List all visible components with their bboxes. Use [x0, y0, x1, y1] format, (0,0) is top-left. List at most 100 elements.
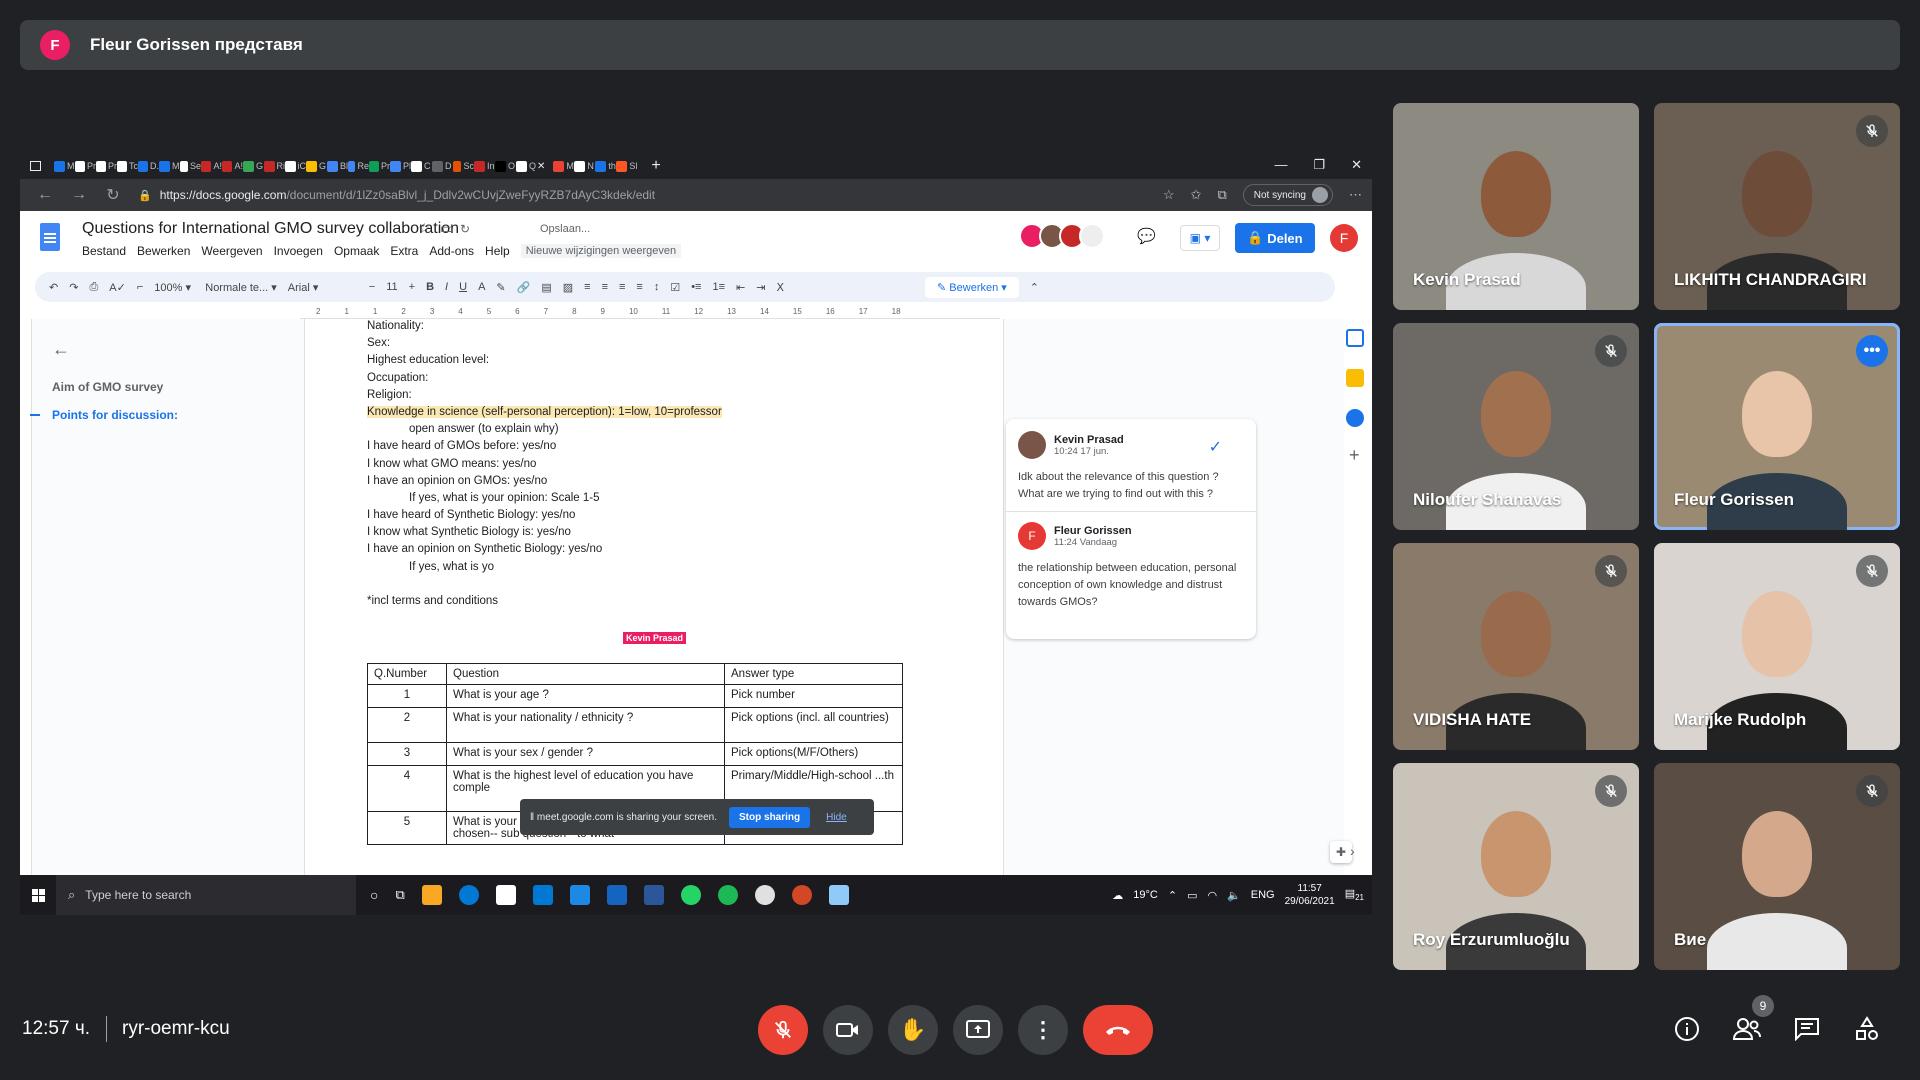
- line-spacing-icon[interactable]: ↕: [654, 281, 660, 293]
- calendar-icon[interactable]: [1346, 329, 1364, 347]
- window-menu-icon[interactable]: [30, 158, 54, 174]
- participant-tile[interactable]: Niloufer Shanavas: [1393, 323, 1639, 530]
- reload-icon[interactable]: ↻: [104, 185, 122, 205]
- browser-tab[interactable]: G: [243, 158, 264, 174]
- edge-icon[interactable]: [458, 885, 479, 905]
- font-size-field[interactable]: 11: [386, 281, 397, 293]
- browser-tab[interactable]: M: [54, 158, 75, 174]
- menu-help[interactable]: Help: [485, 244, 510, 258]
- bold-icon[interactable]: B: [426, 281, 434, 293]
- url-field[interactable]: 🔒 https://docs.google.com/document/d/1lZ…: [138, 184, 655, 206]
- undo-icon[interactable]: ↶: [49, 281, 58, 294]
- image-icon[interactable]: ▨: [563, 281, 573, 294]
- menu-invoegen[interactable]: Invoegen: [274, 244, 323, 258]
- minimize-icon[interactable]: —: [1274, 157, 1287, 173]
- font-select[interactable]: Arial ▾: [288, 281, 358, 294]
- browser-tab[interactable]: th: [595, 158, 616, 174]
- file-explorer-icon[interactable]: [421, 885, 442, 905]
- close-icon[interactable]: ✕: [1351, 157, 1362, 173]
- weather-temp[interactable]: 19°C: [1133, 889, 1158, 901]
- document-title[interactable]: Questions for International GMO survey c…: [82, 220, 459, 238]
- browser-tab[interactable]: Ri: [264, 158, 285, 174]
- browser-tab[interactable]: N: [574, 158, 595, 174]
- camera-button[interactable]: [823, 1005, 873, 1055]
- browser-tab[interactable]: G: [306, 158, 327, 174]
- wifi-icon[interactable]: ◠: [1207, 889, 1217, 902]
- language-indicator[interactable]: ENG: [1251, 889, 1275, 901]
- new-changes-link[interactable]: Nieuwe wijzigingen weergeven: [520, 244, 682, 258]
- redo-icon[interactable]: ↷: [69, 281, 78, 294]
- browser-tab[interactable]: A!: [201, 158, 222, 174]
- zoom-select[interactable]: 100% ▾: [154, 281, 194, 294]
- raise-hand-button[interactable]: ✋: [888, 1005, 938, 1055]
- paint-format-icon[interactable]: ⌐: [137, 281, 143, 293]
- browser-tab[interactable]: Pr: [369, 158, 390, 174]
- underline-icon[interactable]: U: [459, 281, 467, 293]
- l-app-icon[interactable]: [569, 885, 590, 905]
- browser-tab[interactable]: In: [474, 158, 495, 174]
- battery-icon[interactable]: ▭: [1187, 889, 1197, 902]
- browser-tab[interactable]: iC: [285, 158, 306, 174]
- docs-logo-icon[interactable]: [40, 223, 60, 251]
- activities-button[interactable]: [1852, 1014, 1882, 1044]
- bookmark-star-icon[interactable]: ☆: [1163, 187, 1175, 203]
- taskbar-clock[interactable]: 11:57 29/06/2021: [1285, 882, 1335, 908]
- align-center-icon[interactable]: ≡: [602, 281, 608, 293]
- forward-icon[interactable]: →: [70, 186, 88, 204]
- browser-tab[interactable]: D: [432, 158, 453, 174]
- star-icon[interactable]: ☆: [418, 220, 431, 237]
- participant-tile[interactable]: Вие: [1654, 763, 1900, 970]
- participant-tile[interactable]: Roy Erzurumluoğlu: [1393, 763, 1639, 970]
- whatsapp-icon[interactable]: [680, 885, 701, 905]
- menu-opmaak[interactable]: Opmaak: [334, 244, 379, 258]
- text-color-icon[interactable]: A: [478, 281, 485, 293]
- browser-tab[interactable]: Re: [348, 158, 369, 174]
- document-body[interactable]: Nationality: Sex: Highest education level:…: [367, 318, 967, 610]
- paint-icon[interactable]: [828, 885, 849, 905]
- present-now-button[interactable]: [953, 1005, 1003, 1055]
- link-icon[interactable]: 🔗: [517, 281, 531, 294]
- italic-icon[interactable]: I: [445, 281, 448, 293]
- explore-icon[interactable]: ✚: [1330, 841, 1352, 863]
- store-icon[interactable]: [495, 885, 516, 905]
- new-tab-icon[interactable]: +: [651, 157, 660, 175]
- share-button[interactable]: 🔒 Delen: [1235, 223, 1315, 253]
- participant-tile[interactable]: ••• Fleur Gorissen: [1654, 323, 1900, 530]
- participant-tile[interactable]: VIDISHA HATE: [1393, 543, 1639, 750]
- clear-format-icon[interactable]: Ⅹ: [776, 281, 784, 294]
- favorites-icon[interactable]: ✩: [1191, 187, 1202, 203]
- tray-chevron-icon[interactable]: ⌃: [1168, 889, 1177, 902]
- browser-tab[interactable]: Sl: [616, 158, 637, 174]
- highlight-icon[interactable]: ✎: [496, 281, 505, 294]
- comments-icon[interactable]: 💬: [1137, 227, 1156, 245]
- browser-tab[interactable]: Pl: [390, 158, 411, 174]
- comment-add-icon[interactable]: ▤: [541, 281, 551, 294]
- pen-app-icon[interactable]: [606, 885, 627, 905]
- back-icon[interactable]: ←: [36, 186, 54, 204]
- leave-call-button[interactable]: [1083, 1005, 1153, 1055]
- tasks-icon[interactable]: [1346, 409, 1364, 427]
- task-view-icon[interactable]: ⧉: [395, 887, 404, 903]
- volume-icon[interactable]: 🔈: [1227, 889, 1241, 902]
- chrome-icon[interactable]: [754, 885, 775, 905]
- tile-more-options-icon[interactable]: •••: [1856, 335, 1888, 367]
- increase-indent-icon[interactable]: ⇥: [756, 281, 765, 294]
- windows-start-icon[interactable]: [20, 875, 56, 915]
- notifications-icon[interactable]: ▤21: [1345, 887, 1364, 902]
- menu-addons[interactable]: Add-ons: [429, 244, 474, 258]
- word-icon[interactable]: [643, 885, 664, 905]
- menu-weergeven[interactable]: Weergeven: [201, 244, 262, 258]
- more-options-button[interactable]: ⋮: [1018, 1005, 1068, 1055]
- not-syncing-button[interactable]: Not syncing: [1242, 184, 1333, 206]
- decrease-size-icon[interactable]: −: [369, 281, 375, 293]
- meeting-details-button[interactable]: [1672, 1014, 1702, 1044]
- mic-off-button[interactable]: [758, 1005, 808, 1055]
- style-select[interactable]: Normale te... ▾: [205, 281, 277, 294]
- present-icon[interactable]: ▣ ▾: [1180, 225, 1220, 251]
- align-right-icon[interactable]: ≡: [619, 281, 625, 293]
- participant-tile[interactable]: Marijke Rudolph: [1654, 543, 1900, 750]
- browser-tab[interactable]: Bl: [327, 158, 348, 174]
- comment-thread[interactable]: ✓ Kevin Prasad 10:24 17 jun. Idk about t…: [1006, 419, 1256, 639]
- align-left-icon[interactable]: ≡: [584, 281, 590, 293]
- increase-size-icon[interactable]: +: [409, 281, 415, 293]
